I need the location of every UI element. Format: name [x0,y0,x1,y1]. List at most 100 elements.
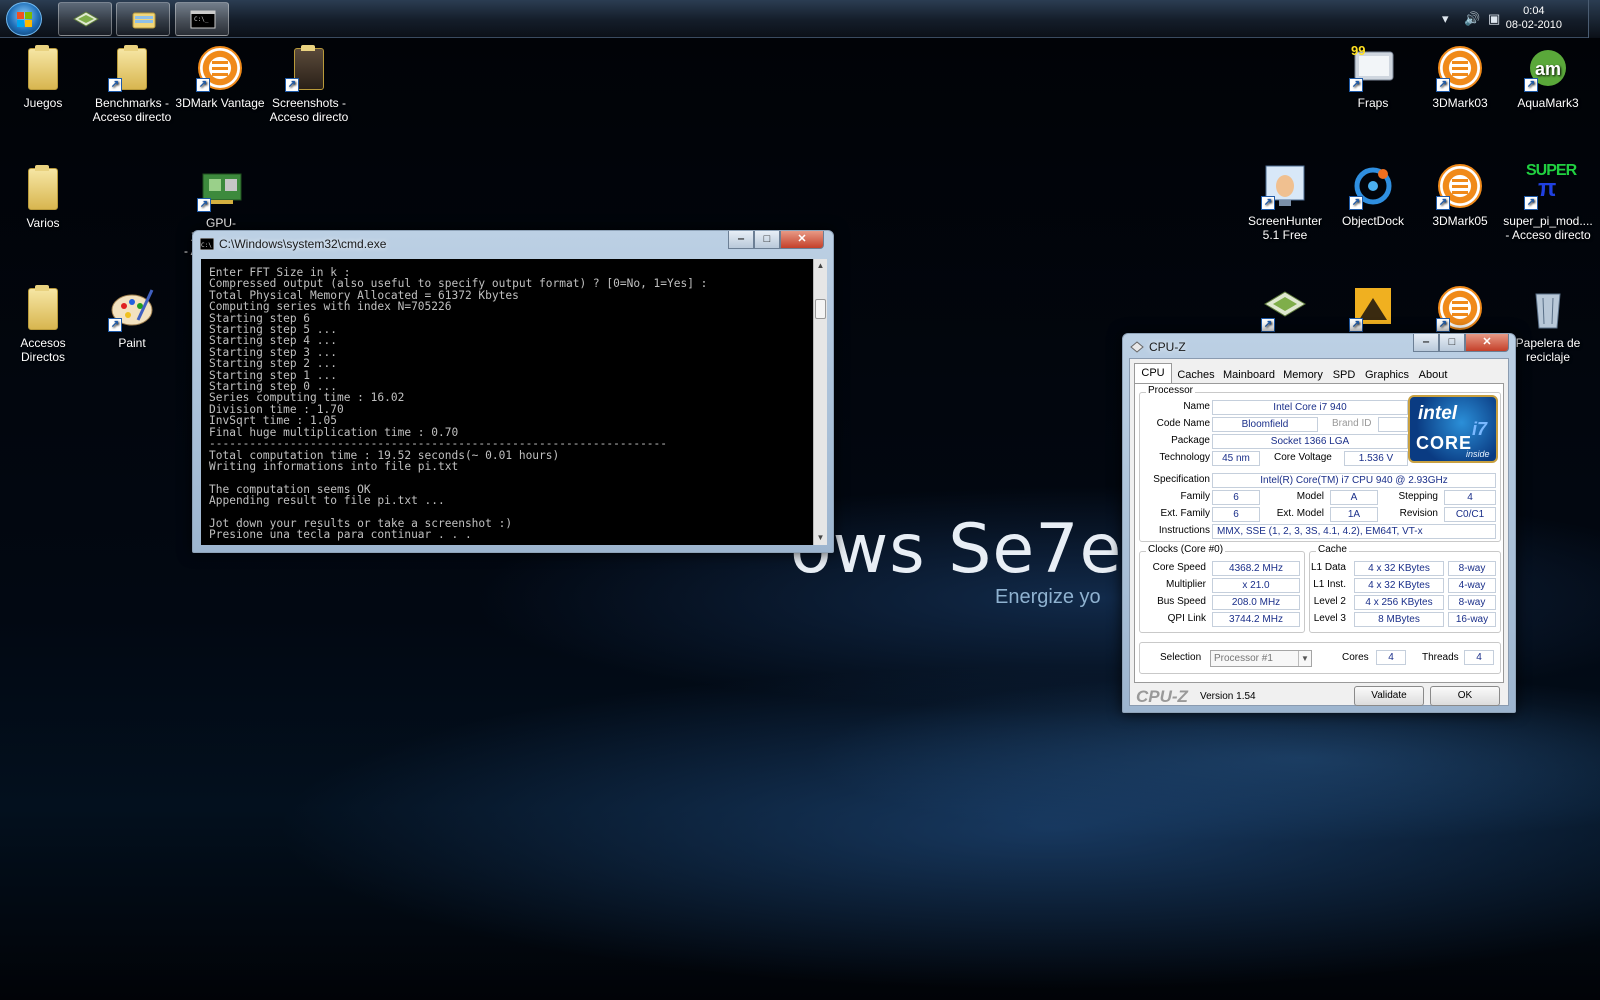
desktop-icon-3dmark03[interactable]: ↗ 3DMark03 [1415,44,1505,110]
chevron-down-icon[interactable]: ▼ [1298,651,1311,666]
desktop-icon-screenhunter[interactable]: ↗ ScreenHunter 5.1 Free [1240,162,1330,242]
processor-group: Processor Name Intel Core i7 940 Code Na… [1139,385,1501,542]
clocks-group: Clocks (Core #0) Core Speed 4368.2 MHz M… [1139,544,1305,633]
tab-about[interactable]: About [1414,365,1452,383]
label-level3: Level 3 [1313,613,1346,624]
label-core-voltage: Core Voltage [1274,452,1332,463]
close-button[interactable]: ✕ [1465,334,1509,352]
label-multiplier: Multiplier [1165,579,1206,590]
windows-flag-icon [17,12,33,27]
desktop-icon-juegos[interactable]: Juegos [0,44,88,110]
select-value: Processor #1 [1214,653,1273,664]
scroll-thumb[interactable] [815,299,826,319]
window-title: C:\Windows\system32\cmd.exe [219,237,387,251]
tab-mainboard[interactable]: Mainboard [1220,365,1278,383]
desktop-icon-aquamark3[interactable]: am ↗ AquaMark3 [1503,44,1593,110]
cpu-tab-panel: Processor Name Intel Core i7 940 Code Na… [1134,383,1504,683]
tab-spd[interactable]: SPD [1328,365,1360,383]
cpuz-body: CPU Caches Mainboard Memory SPD Graphics… [1129,358,1509,706]
tab-graphics[interactable]: Graphics [1362,365,1412,383]
processor-select[interactable]: Processor #1 ▼ [1210,650,1312,667]
taskbar-clock[interactable]: 0:04 08-02-2010 [1506,4,1562,32]
label-package: Package [1171,435,1210,446]
minimize-button[interactable]: ‒ [728,231,754,249]
scroll-down-arrow-icon[interactable]: ▼ [814,531,827,545]
desktop-icon-objectdock[interactable]: ↗ ObjectDock [1328,162,1418,228]
label-l1-data: L1 Data [1310,562,1346,573]
taskbar-explorer-button[interactable] [116,2,170,36]
value-code-name: Bloomfield [1212,417,1318,432]
aquamark-icon: am ↗ [1524,44,1572,92]
desktop-icon-accesos-directos[interactable]: Accesos Directos [0,284,88,364]
icon-label-line2: reciclaje [1525,350,1570,364]
network-icon[interactable]: ▣ [1488,11,1500,27]
maximize-button[interactable]: □ [754,231,780,249]
console-output[interactable]: Enter FFT Size in k : Compressed output … [201,259,813,545]
value-ext-model: 1A [1330,507,1378,522]
icon-label: Varios [26,216,60,230]
cmd-window[interactable]: C:\ C:\Windows\system32\cmd.exe ‒ □ ✕ En… [192,230,834,553]
cpuz-chip-icon [1130,341,1144,353]
icon-label: super_pi_mod.... [1503,214,1593,228]
3dmark-icon: ↗ [1436,284,1484,332]
desktop-icon-benchmarks[interactable]: ↗ Benchmarks - Acceso directo [87,44,177,124]
tab-cpu[interactable]: CPU [1134,363,1172,384]
clock-date: 08-02-2010 [1505,19,1562,31]
taskbar-cmd-button[interactable]: C:\_ [175,2,229,36]
value-cores: 4 [1376,650,1406,665]
tab-memory[interactable]: Memory [1280,365,1326,383]
icon-label: AquaMark3 [1517,96,1579,110]
cache-group: Cache L1 Data 4 x 32 KBytes 8-way L1 Ins… [1309,544,1501,633]
tab-caches[interactable]: Caches [1174,365,1218,383]
taskbar-gpuz-button[interactable] [58,2,112,36]
value-level2: 4 x 256 KBytes [1354,595,1444,610]
icon-label: ScreenHunter [1247,214,1323,228]
cpuz-window[interactable]: CPU-Z ‒ □ ✕ CPU Caches Mainboard Memory … [1122,333,1516,713]
gpu-chip-icon: ↗ [1261,284,1309,332]
group-title: Cache [1316,544,1349,555]
logo-core: CORE [1416,433,1473,453]
volume-icon[interactable]: 🔊 [1464,11,1480,27]
screenhunter-hand-icon: ↗ [1261,162,1309,210]
start-button[interactable] [6,2,42,36]
desktop-icon-screenshots[interactable]: ↗ Screenshots - Acceso directo [264,44,354,124]
label-core-speed: Core Speed [1152,562,1206,573]
vertical-scrollbar[interactable]: ▲ ▼ [813,259,827,545]
desktop-icon-varios[interactable]: Varios [0,164,88,230]
folder-icon [19,284,67,332]
desktop-icon-paint[interactable]: ↗ Paint [87,284,177,350]
scroll-up-arrow-icon[interactable]: ▲ [814,259,827,273]
taskbar: C:\_ ▾ 🔊 ▣ 0:04 08-02-2010 [0,0,1600,38]
icon-label: Fraps [1357,96,1389,110]
desktop-icon-super-pi[interactable]: SUPER π ↗ super_pi_mod.... - Acceso dire… [1503,162,1593,243]
desktop-icon-3dmark-vantage[interactable]: ↗ 3DMark Vantage [175,44,265,110]
value-stepping: 4 [1444,490,1496,505]
minimize-button[interactable]: ‒ [1413,334,1439,352]
maximize-button[interactable]: □ [1439,334,1465,352]
desktop-icon-recycle-bin[interactable]: Papelera de reciclaje [1503,284,1593,364]
desktop-icon-gpu-chip[interactable]: ↗ [1240,284,1330,336]
desktop-icon-3dmark05[interactable]: ↗ 3DMark05 [1415,162,1505,228]
value-specification: Intel(R) Core(TM) i7 CPU 940 @ 2.93GHz [1212,473,1496,488]
logo-i7: i7 [1472,419,1488,439]
desktop-icon-yellow-app[interactable]: ↗ [1328,284,1418,336]
logo-inside: inside [1466,449,1490,459]
ok-button[interactable]: OK [1430,686,1500,706]
label-revision: Revision [1399,508,1438,519]
desktop-icon-fraps[interactable]: 99 ↗ Fraps [1328,44,1418,110]
gpu-chip-icon [73,11,99,27]
show-hidden-icons-icon[interactable]: ▾ [1442,11,1449,27]
label-selection: Selection [1160,652,1202,663]
3dmark-icon: ↗ [1436,162,1484,210]
intel-core-i7-logo: intel i7 CORE inside [1408,395,1498,463]
desktop-icon-3dmark-other[interactable]: ↗ [1415,284,1505,336]
label-cores: Cores [1342,652,1369,663]
show-desktop-button[interactable] [1588,0,1600,38]
version-label: Version 1.54 [1200,691,1256,702]
close-button[interactable]: ✕ [780,231,824,249]
app-icon: ↗ [1349,284,1397,332]
validate-button[interactable]: Validate [1354,686,1424,706]
super-pi-icon: SUPER π ↗ [1524,162,1577,210]
value-revision: C0/C1 [1444,507,1496,522]
label-ext-family: Ext. Family [1160,508,1210,519]
